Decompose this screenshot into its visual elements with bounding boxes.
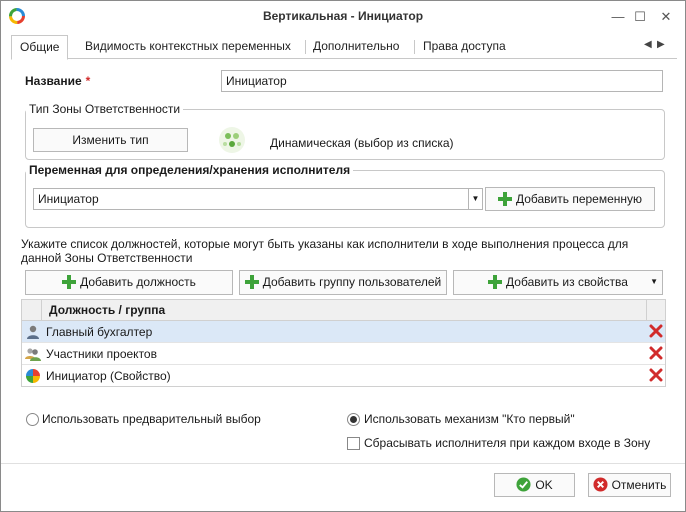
- add-position-label: Добавить должность: [80, 275, 196, 289]
- reset-executor-checkbox[interactable]: [347, 437, 360, 450]
- zone-type-group-title: Тип Зоны Ответственности: [26, 102, 184, 116]
- variable-select[interactable]: Инициатор ▼: [33, 188, 483, 210]
- tab-context-variables[interactable]: Видимость контекстных переменных: [77, 35, 299, 59]
- ok-button[interactable]: OK: [494, 473, 575, 497]
- delete-icon[interactable]: [649, 324, 663, 338]
- table-row[interactable]: Главный бухгалтер: [22, 321, 665, 343]
- first-come-label: Использовать механизм "Кто первый": [364, 412, 575, 426]
- row-label: Участники проектов: [46, 347, 157, 361]
- property-icon: [26, 369, 40, 383]
- instruction-text: Укажите список должностей, которые могут…: [21, 237, 629, 265]
- row-label: Главный бухгалтер: [46, 325, 153, 339]
- variable-group-title: Переменная для определения/хранения испо…: [26, 163, 354, 177]
- name-input[interactable]: Инициатор: [221, 70, 663, 92]
- add-variable-button[interactable]: Добавить переменную: [485, 187, 655, 211]
- table-row[interactable]: Инициатор (Свойство): [22, 365, 665, 387]
- first-come-radio[interactable]: [347, 413, 360, 426]
- maximize-button[interactable]: ☐: [629, 7, 651, 27]
- row-label: Инициатор (Свойство): [46, 369, 171, 383]
- table-row[interactable]: Участники проектов: [22, 343, 665, 365]
- reset-executor-label: Сбрасывать исполнителя при каждом входе …: [364, 436, 651, 450]
- column-header-position[interactable]: Должность / группа: [49, 303, 165, 317]
- preselect-label: Использовать предварительный выбор: [42, 412, 261, 426]
- plus-icon: [244, 274, 259, 289]
- user-icon: [27, 325, 39, 339]
- preselect-radio[interactable]: [26, 413, 39, 426]
- dialog-footer: OK Отменить: [1, 463, 685, 511]
- add-user-group-label: Добавить группу пользователей: [262, 275, 442, 289]
- tab-next-arrow-icon[interactable]: ▶: [657, 39, 665, 50]
- plus-icon: [62, 274, 77, 289]
- positions-grid: Должность / группа Главный бухгалтер Уча…: [21, 299, 666, 387]
- required-mark: *: [85, 74, 91, 88]
- delete-icon[interactable]: [649, 346, 663, 360]
- add-position-button[interactable]: Добавить должность: [25, 270, 233, 295]
- ok-label: OK: [535, 478, 553, 492]
- column-divider: [646, 300, 647, 320]
- cancel-icon: [593, 477, 608, 492]
- window-title: Вертикальная - Инициатор: [262, 9, 424, 23]
- tab-general[interactable]: Общие: [11, 35, 69, 60]
- title-bar: Вертикальная - Инициатор — ☐ ✕: [1, 1, 685, 33]
- change-type-button[interactable]: Изменить тип: [33, 128, 188, 152]
- dynamic-type-icon: [219, 127, 245, 153]
- plus-icon: [488, 274, 503, 289]
- tab-access-rights[interactable]: Права доступа: [415, 35, 514, 59]
- check-icon: [516, 477, 531, 492]
- add-variable-label: Добавить переменную: [515, 192, 643, 206]
- name-label: Название *: [25, 74, 90, 88]
- row-indicator-header: [22, 300, 42, 320]
- cancel-label: Отменить: [611, 478, 667, 492]
- tab-prev-arrow-icon[interactable]: ◀: [644, 39, 652, 50]
- minimize-button[interactable]: —: [607, 7, 629, 27]
- add-from-property-button[interactable]: Добавить из свойства ▼: [453, 270, 663, 295]
- close-button[interactable]: ✕: [655, 7, 677, 27]
- delete-icon[interactable]: [649, 368, 663, 382]
- add-user-group-button[interactable]: Добавить группу пользователей: [239, 270, 447, 295]
- zone-type-text: Динамическая (выбор из списка): [270, 136, 454, 150]
- tab-additional[interactable]: Дополнительно: [305, 35, 407, 59]
- variable-select-value: Инициатор: [38, 192, 99, 206]
- add-from-property-label: Добавить из свойства: [506, 275, 628, 289]
- dropdown-arrow-icon[interactable]: ▼: [650, 271, 658, 293]
- name-label-text: Название: [25, 74, 82, 88]
- user-group-icon: [25, 348, 41, 361]
- cancel-button[interactable]: Отменить: [588, 473, 671, 497]
- grid-header: Должность / группа: [22, 300, 665, 321]
- plus-icon: [497, 191, 512, 206]
- tab-strip: Общие Видимость контекстных переменных Д…: [11, 35, 677, 60]
- dialog-window: Вертикальная - Инициатор — ☐ ✕ Общие Вид…: [0, 0, 686, 512]
- chevron-down-icon[interactable]: ▼: [468, 189, 482, 209]
